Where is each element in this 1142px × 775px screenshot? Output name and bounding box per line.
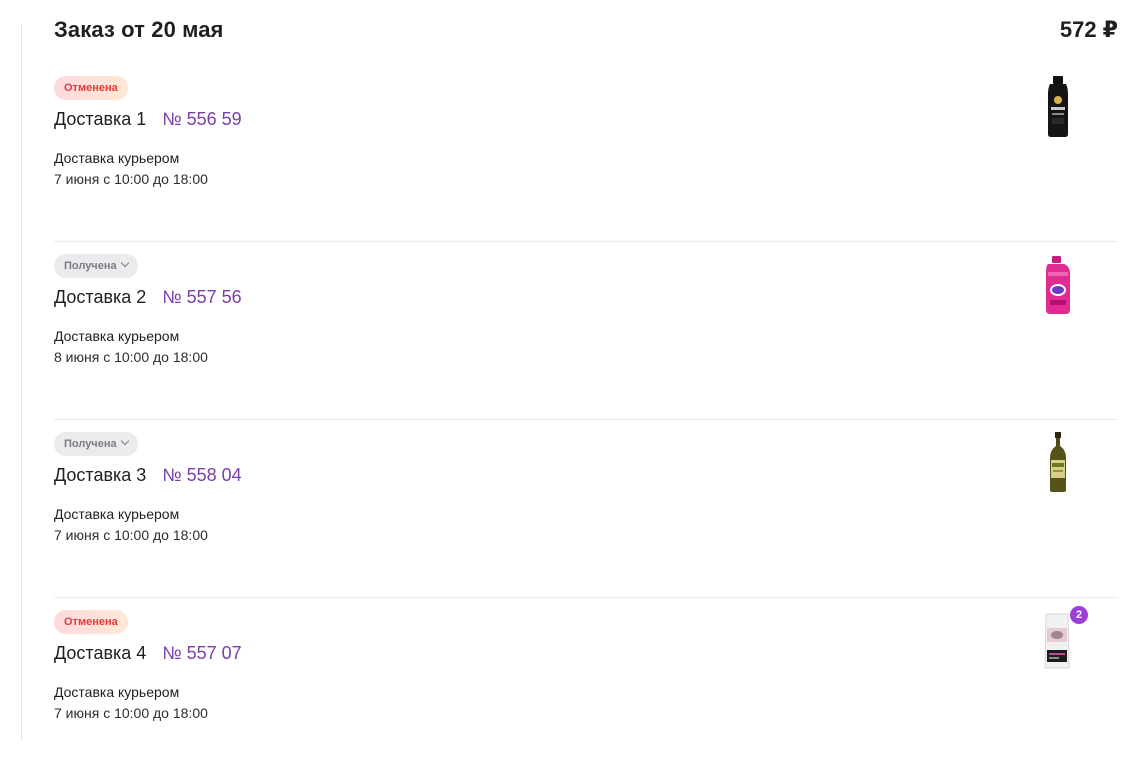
order-card: Заказ от 20 мая 572 ₽ Отменена Доставка … bbox=[54, 0, 1118, 775]
delivery-item[interactable]: Получена Доставка 3 № 558 04 Доставка кур… bbox=[54, 420, 1118, 598]
delivery-title: Доставка 4 № 557 07 bbox=[54, 643, 242, 664]
delivery-number[interactable]: № 557 56 bbox=[162, 287, 241, 307]
order-header: Заказ от 20 мая 572 ₽ bbox=[54, 0, 1118, 64]
status-label: Получена bbox=[64, 438, 117, 450]
delivery-method: Доставка курьером bbox=[54, 506, 180, 522]
delivery-time: 7 июня с 10:00 до 18:00 bbox=[54, 705, 208, 721]
delivery-method: Доставка курьером bbox=[54, 150, 180, 166]
delivery-name: Доставка 4 bbox=[54, 643, 147, 663]
delivery-method: Доставка курьером bbox=[54, 328, 180, 344]
status-label: Получена bbox=[64, 260, 117, 272]
shampoo-bottle-icon[interactable] bbox=[1036, 74, 1080, 138]
olive-oil-bottle-icon[interactable] bbox=[1036, 430, 1080, 494]
delivery-number[interactable]: № 558 04 bbox=[162, 465, 241, 485]
delivery-time: 7 июня с 10:00 до 18:00 bbox=[54, 527, 208, 543]
delivery-title: Доставка 3 № 558 04 bbox=[54, 465, 242, 486]
delivery-number[interactable]: № 557 07 bbox=[162, 643, 241, 663]
delivery-time: 8 июня с 10:00 до 18:00 bbox=[54, 349, 208, 365]
delivery-item[interactable]: Отменена Доставка 4 № 557 07 Доставка кур… bbox=[54, 598, 1118, 775]
delivery-title: Доставка 2 № 557 56 bbox=[54, 287, 242, 308]
delivery-number[interactable]: № 556 59 bbox=[162, 109, 241, 129]
cat-food-pack-icon[interactable]: 2 bbox=[1036, 606, 1088, 672]
delivery-item[interactable]: Отменена Доставка 1 № 556 59 Доставка кур… bbox=[54, 64, 1118, 242]
delivery-name: Доставка 3 bbox=[54, 465, 147, 485]
status-label: Отменена bbox=[64, 82, 118, 94]
status-badge[interactable]: Получена bbox=[54, 254, 138, 278]
delivery-title: Доставка 1 № 556 59 bbox=[54, 109, 242, 130]
stain-remover-bottle-icon[interactable] bbox=[1036, 252, 1080, 316]
status-badge: Отменена bbox=[54, 76, 128, 100]
delivery-time: 7 июня с 10:00 до 18:00 bbox=[54, 171, 208, 187]
status-badge[interactable]: Получена bbox=[54, 432, 138, 456]
status-badge: Отменена bbox=[54, 610, 128, 634]
delivery-item[interactable]: Получена Доставка 2 № 557 56 Доставка кур… bbox=[54, 242, 1118, 420]
chevron-down-icon bbox=[120, 258, 129, 268]
quantity-badge: 2 bbox=[1070, 606, 1088, 624]
order-total: 572 ₽ bbox=[1059, 17, 1118, 42]
delivery-method: Доставка курьером bbox=[54, 684, 180, 700]
chevron-down-icon bbox=[120, 436, 129, 446]
order-title: Заказ от 20 мая bbox=[54, 17, 224, 42]
delivery-name: Доставка 1 bbox=[54, 109, 147, 129]
status-label: Отменена bbox=[64, 616, 118, 628]
delivery-name: Доставка 2 bbox=[54, 287, 147, 307]
left-divider bbox=[21, 24, 22, 741]
